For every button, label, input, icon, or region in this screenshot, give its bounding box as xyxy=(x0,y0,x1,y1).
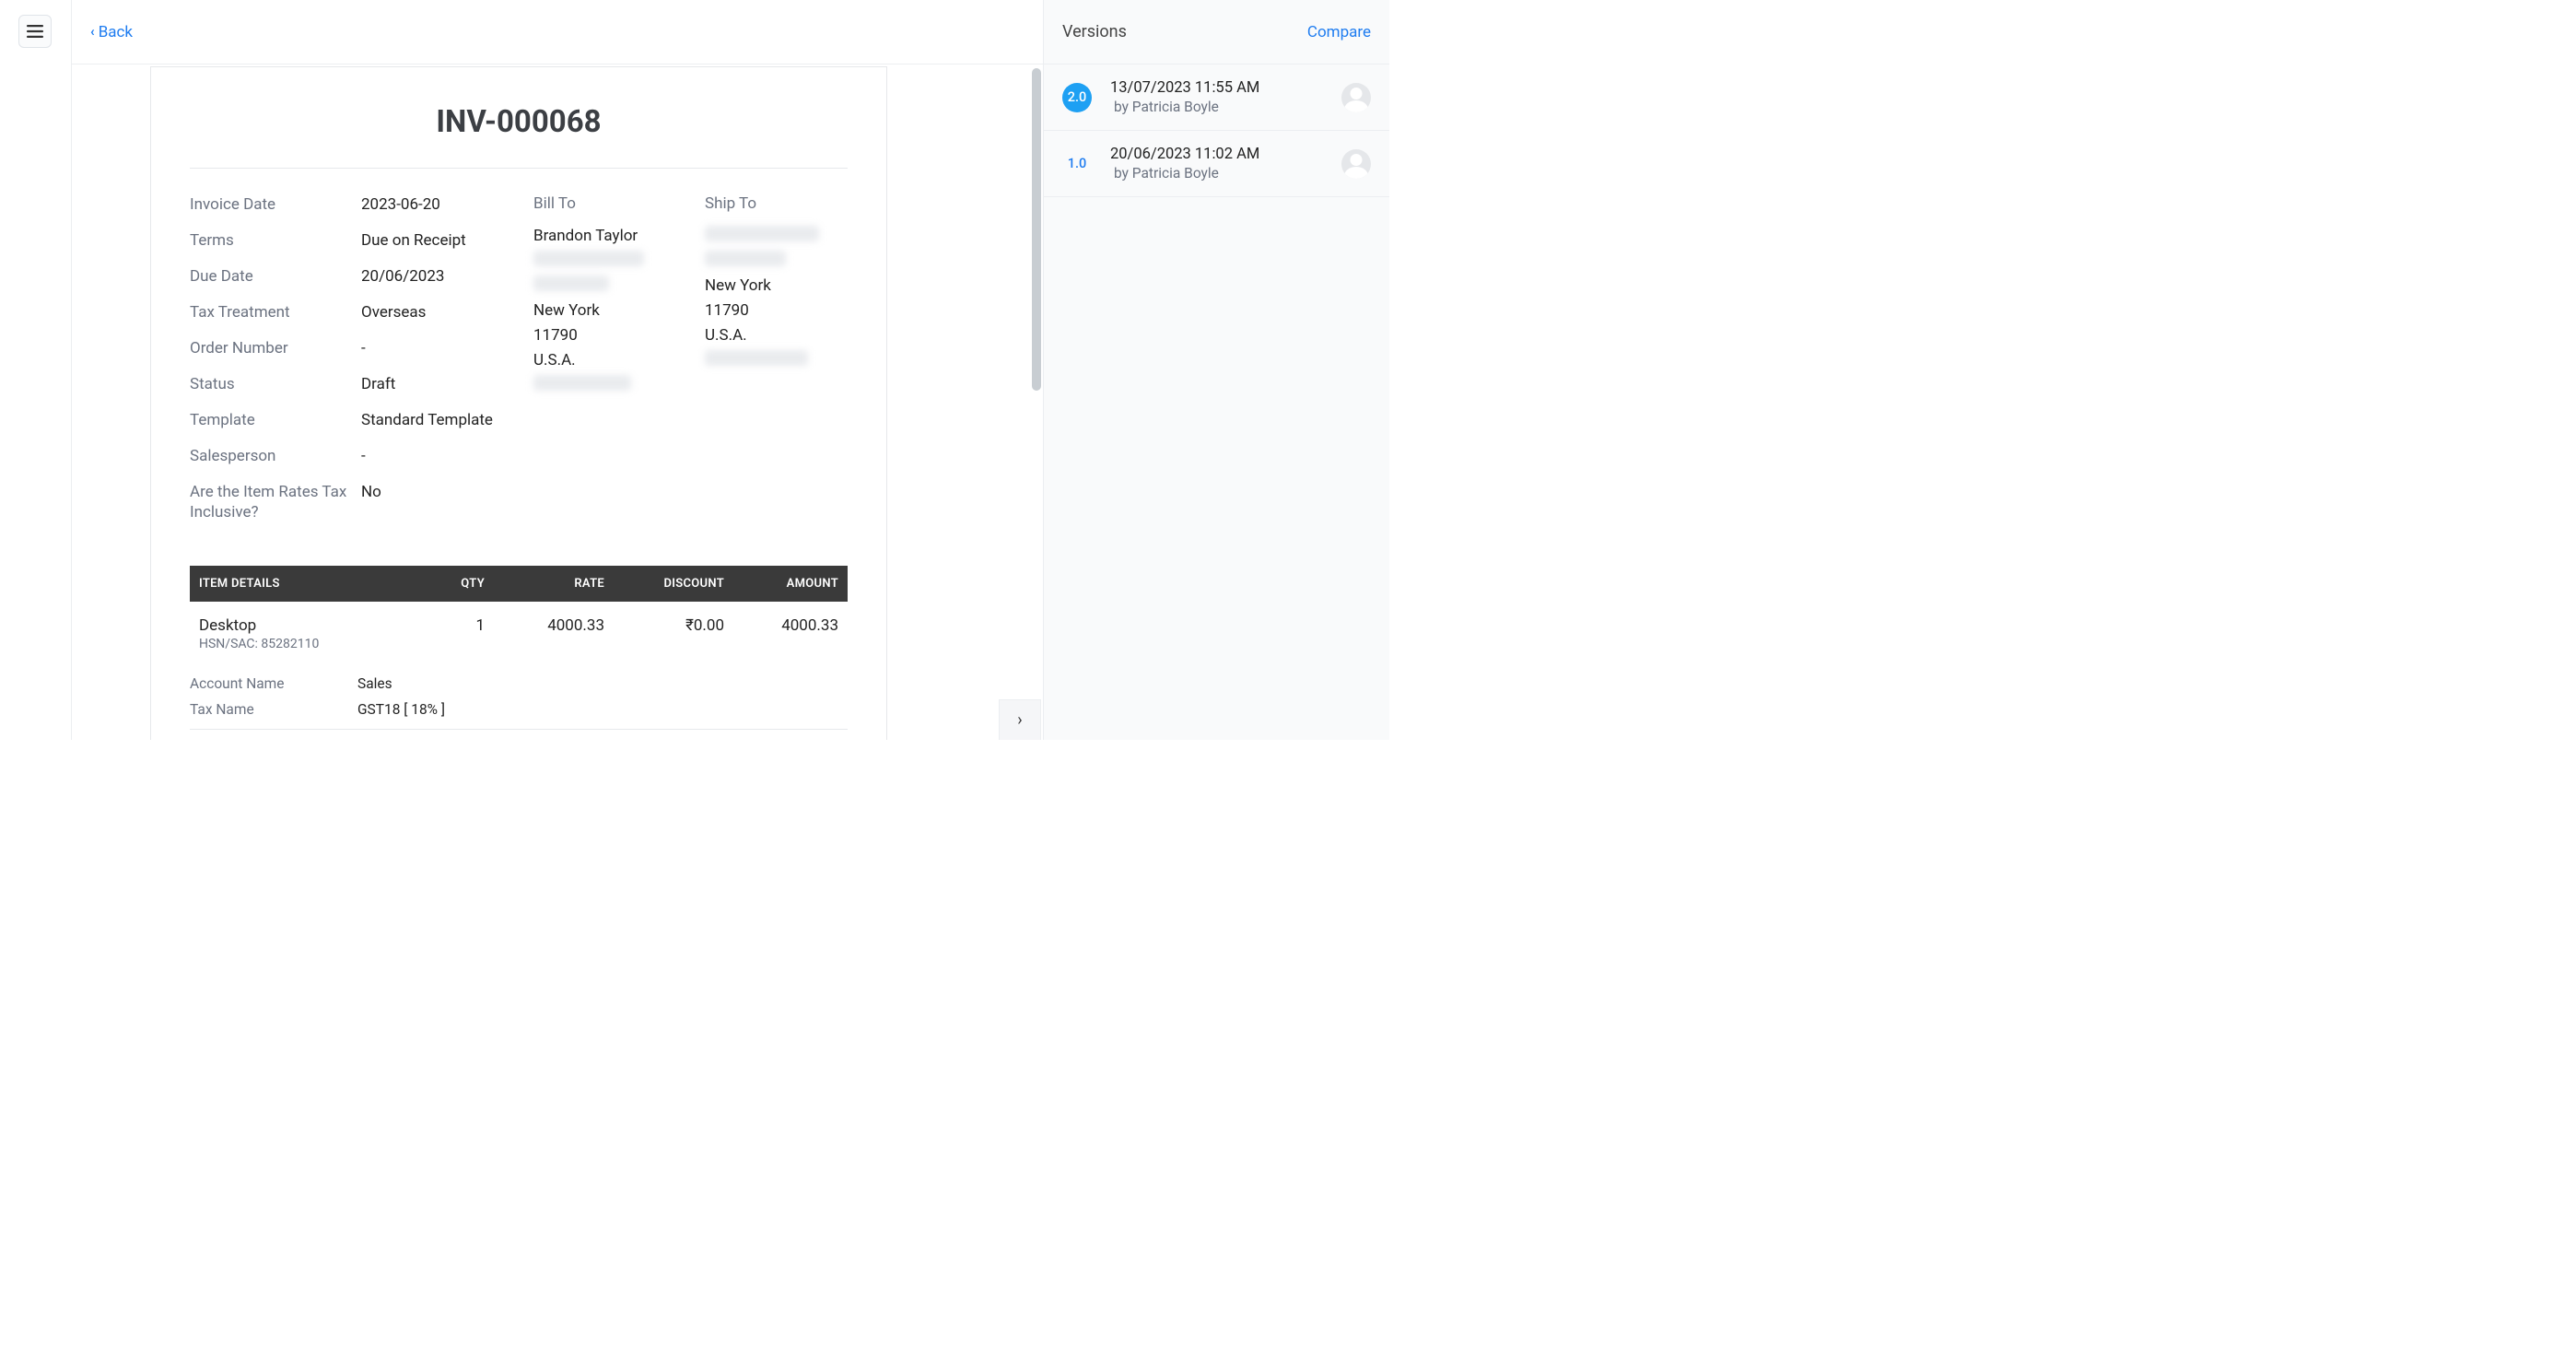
version-badge: 1.0 xyxy=(1062,149,1092,179)
tax-treatment-value: Overseas xyxy=(361,302,426,323)
item-amount: 4000.33 xyxy=(733,602,848,657)
hamburger-icon xyxy=(27,25,43,38)
invoice-date-label: Invoice Date xyxy=(190,194,361,216)
col-discount: DISCOUNT xyxy=(614,566,733,602)
avatar-icon xyxy=(1341,149,1371,179)
redacted-line xyxy=(705,350,808,366)
ship-to-country: U.S.A. xyxy=(705,325,848,346)
version-date: 13/07/2023 11:55 AM xyxy=(1110,79,1323,97)
terms-value: Due on Receipt xyxy=(361,230,466,252)
avatar-icon xyxy=(1341,83,1371,112)
bill-to-name: Brandon Taylor xyxy=(533,226,705,247)
version-item[interactable]: 1.0 20/06/2023 11:02 AM by Patricia Boyl… xyxy=(1044,131,1389,197)
version-author: by Patricia Boyle xyxy=(1114,99,1323,115)
invoice-date-value: 2023-06-20 xyxy=(361,194,440,216)
chevron-right-icon: › xyxy=(1017,710,1022,730)
redacted-line xyxy=(533,275,609,291)
divider xyxy=(190,168,848,169)
top-bar: ‹ Back xyxy=(72,0,1043,64)
tax-inclusive-value: No xyxy=(361,482,381,503)
version-badge: 2.0 xyxy=(1062,83,1092,112)
col-amount: AMOUNT xyxy=(733,566,848,602)
invoice-fields: Invoice Date 2023-06-20 Terms Due on Rec… xyxy=(190,194,533,538)
redacted-line xyxy=(705,226,819,241)
invoice-title: INV-000068 xyxy=(190,104,848,140)
version-author: by Patricia Boyle xyxy=(1114,165,1323,182)
tax-inclusive-label: Are the Item Rates Tax Inclusive? xyxy=(190,482,361,524)
info-grid: Invoice Date 2023-06-20 Terms Due on Rec… xyxy=(190,194,848,538)
due-date-value: 20/06/2023 xyxy=(361,266,444,287)
bill-to-block: Bill To Brandon Taylor New York 11790 U.… xyxy=(533,194,705,538)
back-link[interactable]: ‹ Back xyxy=(90,23,133,41)
template-label: Template xyxy=(190,410,361,431)
invoice-card: INV-000068 Invoice Date 2023-06-20 Terms… xyxy=(150,66,887,740)
status-label: Status xyxy=(190,374,361,395)
redacted-line xyxy=(705,251,786,266)
due-date-label: Due Date xyxy=(190,266,361,287)
version-item[interactable]: 2.0 13/07/2023 11:55 AM by Patricia Boyl… xyxy=(1044,64,1389,131)
chevron-left-icon: ‹ xyxy=(90,25,95,39)
col-item: ITEM DETAILS xyxy=(190,566,411,602)
status-value: Draft xyxy=(361,374,395,395)
account-name-label: Account Name xyxy=(190,675,357,692)
tax-name-value: GST18 [ 18% ] xyxy=(357,701,445,718)
item-discount: ₹0.00 xyxy=(614,602,733,657)
item-qty: 1 xyxy=(411,602,494,657)
items-table: ITEM DETAILS QTY RATE DISCOUNT AMOUNT De… xyxy=(190,566,848,657)
back-label: Back xyxy=(99,23,133,41)
versions-header: Versions Compare xyxy=(1044,0,1389,64)
item-subfields: Account Name Sales Tax Name GST18 [ 18% … xyxy=(190,675,848,718)
order-number-value: - xyxy=(361,338,366,359)
compare-link[interactable]: Compare xyxy=(1307,23,1371,41)
redacted-line xyxy=(533,375,631,391)
panel-collapse-button[interactable]: › xyxy=(999,699,1041,740)
versions-panel: Versions Compare 2.0 13/07/2023 11:55 AM… xyxy=(1043,0,1389,740)
ship-to-zip: 11790 xyxy=(705,300,848,322)
order-number-label: Order Number xyxy=(190,338,361,359)
version-date: 20/06/2023 11:02 AM xyxy=(1110,146,1323,163)
menu-button[interactable] xyxy=(18,15,52,48)
divider xyxy=(190,729,848,730)
item-name: Desktop xyxy=(199,616,402,635)
item-rate: 4000.33 xyxy=(494,602,614,657)
tax-treatment-label: Tax Treatment xyxy=(190,302,361,323)
ship-to-label: Ship To xyxy=(705,194,848,213)
tax-name-label: Tax Name xyxy=(190,701,357,718)
bill-to-label: Bill To xyxy=(533,194,705,213)
content-scroll: INV-000068 Invoice Date 2023-06-20 Terms… xyxy=(72,64,1043,740)
bill-to-country: U.S.A. xyxy=(533,350,705,371)
terms-label: Terms xyxy=(190,230,361,252)
versions-title: Versions xyxy=(1062,22,1127,41)
template-value: Standard Template xyxy=(361,410,493,431)
ship-to-city: New York xyxy=(705,275,848,297)
account-name-value: Sales xyxy=(357,675,392,692)
redacted-line xyxy=(533,251,644,266)
col-rate: RATE xyxy=(494,566,614,602)
scrollbar-thumb[interactable] xyxy=(1032,68,1041,391)
left-rail xyxy=(0,0,72,740)
item-hsn: HSN/SAC: 85282110 xyxy=(199,637,402,651)
salesperson-value: - xyxy=(361,446,366,467)
bill-to-city: New York xyxy=(533,300,705,322)
table-row: Desktop HSN/SAC: 85282110 1 4000.33 ₹0.0… xyxy=(190,602,848,657)
salesperson-label: Salesperson xyxy=(190,446,361,467)
col-qty: QTY xyxy=(411,566,494,602)
ship-to-block: Ship To New York 11790 U.S.A. xyxy=(705,194,848,538)
main-column: ‹ Back INV-000068 Invoice Date 2023-06-2… xyxy=(72,0,1043,740)
bill-to-zip: 11790 xyxy=(533,325,705,346)
